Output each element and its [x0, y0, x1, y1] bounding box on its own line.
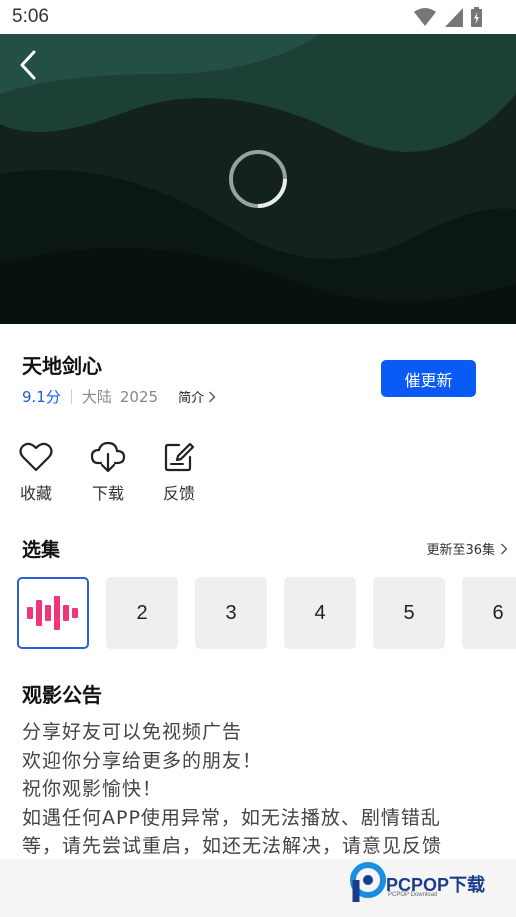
show-meta: 9.1分 大陆 2025 简介 — [22, 386, 216, 407]
notice-line: 分享好友可以免视频广告 — [22, 721, 243, 743]
status-icons — [413, 7, 482, 27]
status-time: 5:06 — [12, 6, 49, 27]
episode-item-3[interactable]: 3 — [195, 577, 267, 649]
meta-divider — [70, 389, 72, 404]
notice-line: 等，请先尝试重启，如还无法解决，请意见反馈 — [22, 835, 443, 857]
show-region: 大陆 — [81, 388, 112, 406]
cloud-download-icon — [90, 441, 126, 473]
chevron-right-icon — [501, 543, 508, 554]
notice-line: 如遇任何APP使用异常，如无法播放、剧情错乱 — [22, 806, 441, 829]
episode-item-5[interactable]: 5 — [373, 577, 445, 649]
favorite-button[interactable]: 收藏 — [6, 438, 66, 504]
show-info: 天地剑心 9.1分 大陆 2025 简介 催更新 — [0, 324, 516, 434]
video-player[interactable] — [0, 34, 516, 324]
intro-link[interactable]: 简介 — [178, 387, 216, 406]
feedback-button[interactable]: 反馈 — [149, 438, 209, 504]
show-score: 9.1分 — [22, 388, 61, 406]
notice-title: 观影公告 — [22, 683, 102, 707]
show-year: 2025 — [119, 387, 159, 406]
favorite-label: 收藏 — [19, 484, 52, 503]
request-update-button[interactable]: 催更新 — [381, 360, 476, 397]
episode-list: 2 3 4 5 6 — [17, 577, 516, 649]
back-arrow-icon[interactable] — [14, 48, 46, 82]
episode-item-1[interactable] — [17, 577, 89, 649]
battery-icon — [471, 7, 482, 27]
edit-feedback-icon — [164, 442, 195, 472]
chevron-right-icon — [209, 391, 216, 402]
intro-label: 简介 — [178, 391, 205, 406]
action-row: 收藏 下载 反馈 — [0, 438, 516, 508]
download-label: 下载 — [91, 484, 124, 503]
watermark-sub: PCPOP Download — [388, 892, 438, 898]
episodes-more-label: 更新至36集 — [426, 543, 495, 558]
feedback-label: 反馈 — [162, 484, 195, 503]
notice-line: 祝你观影愉快！ — [22, 778, 163, 800]
signal-icon — [445, 7, 463, 27]
download-button[interactable]: 下载 — [78, 438, 138, 504]
wifi-icon — [414, 8, 436, 26]
episodes-header: 选集 更新至36集 — [22, 535, 508, 561]
notice-body: 分享好友可以免视频广告 欢迎你分享给更多的朋友！ 祝你观影愉快！ 如遇任何APP… — [22, 718, 502, 861]
episodes-title: 选集 — [22, 539, 61, 561]
episode-item-4[interactable]: 4 — [284, 577, 356, 649]
pcpop-logo-icon — [350, 862, 386, 902]
loading-spinner-icon — [229, 150, 287, 208]
episode-item-6[interactable]: 6 — [462, 577, 516, 649]
show-title: 天地剑心 — [22, 354, 102, 378]
notice-line: 欢迎你分享给更多的朋友！ — [22, 749, 263, 772]
status-bar: 5:06 — [0, 0, 516, 34]
watermark-logo: PCPOP下载 PCPOP Download — [350, 862, 510, 904]
episodes-more-link[interactable]: 更新至36集 — [426, 539, 508, 558]
playing-bars-icon — [27, 596, 78, 630]
episode-item-2[interactable]: 2 — [106, 577, 178, 649]
heart-icon — [19, 442, 53, 472]
